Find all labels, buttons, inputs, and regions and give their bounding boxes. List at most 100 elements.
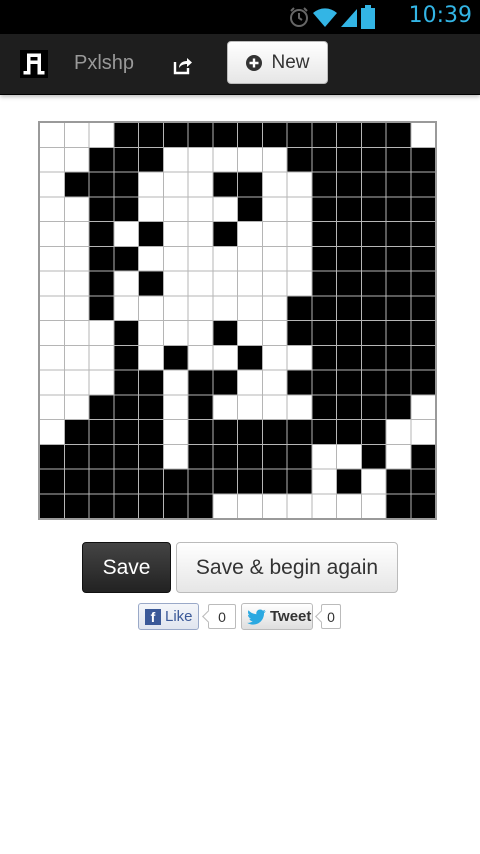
pixel-cell[interactable] xyxy=(64,420,89,444)
pixel-cell[interactable] xyxy=(114,444,138,469)
pixel-cell[interactable] xyxy=(89,222,114,246)
pixel-cell[interactable] xyxy=(114,172,138,197)
pixel-cell[interactable] xyxy=(238,469,262,494)
pixel-cell[interactable] xyxy=(312,395,336,419)
pixel-cell[interactable] xyxy=(312,370,336,395)
pixel-cell[interactable] xyxy=(64,197,89,221)
pixel-cell[interactable] xyxy=(287,123,312,147)
share-icon[interactable] xyxy=(172,54,194,76)
pixel-cell[interactable] xyxy=(163,469,188,494)
pixel-cell[interactable] xyxy=(64,172,89,197)
pixel-cell[interactable] xyxy=(163,420,188,444)
pixel-cell[interactable] xyxy=(238,246,262,271)
pixel-cell[interactable] xyxy=(213,147,237,172)
save-and-begin-again-button[interactable]: Save & begin again xyxy=(176,542,398,593)
pixel-cell[interactable] xyxy=(411,345,435,370)
pixel-cell[interactable] xyxy=(337,246,361,271)
pixel-cell[interactable] xyxy=(386,420,411,444)
pixel-cell[interactable] xyxy=(213,222,237,246)
pixel-cell[interactable] xyxy=(188,271,213,296)
pixel-cell[interactable] xyxy=(188,172,213,197)
pixel-cell[interactable] xyxy=(361,222,386,246)
pixel-cell[interactable] xyxy=(262,370,287,395)
pixel-cell[interactable] xyxy=(163,147,188,172)
pixel-cell[interactable] xyxy=(163,172,188,197)
pixel-cell[interactable] xyxy=(213,345,237,370)
pixel-cell[interactable] xyxy=(262,494,287,518)
pixel-cell[interactable] xyxy=(386,469,411,494)
pixel-cell[interactable] xyxy=(139,222,163,246)
pixel-cell[interactable] xyxy=(262,321,287,345)
pixel-cell[interactable] xyxy=(163,197,188,221)
pixel-cell[interactable] xyxy=(163,444,188,469)
pixel-cell[interactable] xyxy=(40,197,64,221)
pixel-cell[interactable] xyxy=(287,494,312,518)
pixel-cell[interactable] xyxy=(411,321,435,345)
pixel-grid-canvas[interactable] xyxy=(40,123,435,518)
pixel-cell[interactable] xyxy=(114,469,138,494)
pixel-cell[interactable] xyxy=(89,123,114,147)
pixel-cell[interactable] xyxy=(114,370,138,395)
pixel-cell[interactable] xyxy=(188,420,213,444)
pixel-cell[interactable] xyxy=(361,296,386,320)
pixel-cell[interactable] xyxy=(114,271,138,296)
pixel-cell[interactable] xyxy=(386,246,411,271)
pixel-cell[interactable] xyxy=(114,147,138,172)
pixel-cell[interactable] xyxy=(89,345,114,370)
pixel-cell[interactable] xyxy=(89,420,114,444)
pixel-cell[interactable] xyxy=(337,444,361,469)
pixel-cell[interactable] xyxy=(361,123,386,147)
pixel-cell[interactable] xyxy=(213,395,237,419)
pixel-cell[interactable] xyxy=(40,123,64,147)
pixel-cell[interactable] xyxy=(312,172,336,197)
pixel-cell[interactable] xyxy=(64,469,89,494)
pixel-cell[interactable] xyxy=(163,345,188,370)
pixel-cell[interactable] xyxy=(213,370,237,395)
pixel-cell[interactable] xyxy=(411,246,435,271)
pixel-cell[interactable] xyxy=(411,469,435,494)
pixel-cell[interactable] xyxy=(163,321,188,345)
pixel-cell[interactable] xyxy=(114,345,138,370)
pixel-cell[interactable] xyxy=(287,444,312,469)
pixel-cell[interactable] xyxy=(89,246,114,271)
pixel-cell[interactable] xyxy=(89,172,114,197)
pixel-cell[interactable] xyxy=(312,246,336,271)
pixel-cell[interactable] xyxy=(139,370,163,395)
pixel-cell[interactable] xyxy=(312,444,336,469)
pixel-cell[interactable] xyxy=(64,370,89,395)
pixel-cell[interactable] xyxy=(411,172,435,197)
pixel-cell[interactable] xyxy=(40,370,64,395)
pixel-cell[interactable] xyxy=(188,197,213,221)
brand-name[interactable]: Pxlshp xyxy=(74,52,134,75)
pixel-cell[interactable] xyxy=(114,494,138,518)
pixel-cell[interactable] xyxy=(337,370,361,395)
pixel-cell[interactable] xyxy=(89,197,114,221)
pixel-cell[interactable] xyxy=(312,321,336,345)
pixel-cell[interactable] xyxy=(262,296,287,320)
pixel-cell[interactable] xyxy=(89,321,114,345)
pixel-cell[interactable] xyxy=(262,345,287,370)
pixel-cell[interactable] xyxy=(213,271,237,296)
pixel-cell[interactable] xyxy=(386,296,411,320)
pixel-cell[interactable] xyxy=(40,345,64,370)
pixel-cell[interactable] xyxy=(139,469,163,494)
pixel-cell[interactable] xyxy=(213,321,237,345)
pixel-cell[interactable] xyxy=(40,172,64,197)
pixel-cell[interactable] xyxy=(213,444,237,469)
pixel-cell[interactable] xyxy=(287,370,312,395)
pixel-cell[interactable] xyxy=(188,494,213,518)
pixel-cell[interactable] xyxy=(114,395,138,419)
pixel-cell[interactable] xyxy=(163,296,188,320)
pixel-cell[interactable] xyxy=(188,370,213,395)
pixel-cell[interactable] xyxy=(287,395,312,419)
pixel-cell[interactable] xyxy=(64,321,89,345)
pixel-cell[interactable] xyxy=(213,469,237,494)
pixel-cell[interactable] xyxy=(287,420,312,444)
pixel-cell[interactable] xyxy=(287,197,312,221)
pixel-cell[interactable] xyxy=(89,494,114,518)
pixel-cell[interactable] xyxy=(361,345,386,370)
pixel-cell[interactable] xyxy=(312,420,336,444)
pixel-cell[interactable] xyxy=(361,444,386,469)
pixel-cell[interactable] xyxy=(386,197,411,221)
pixel-cell[interactable] xyxy=(89,271,114,296)
